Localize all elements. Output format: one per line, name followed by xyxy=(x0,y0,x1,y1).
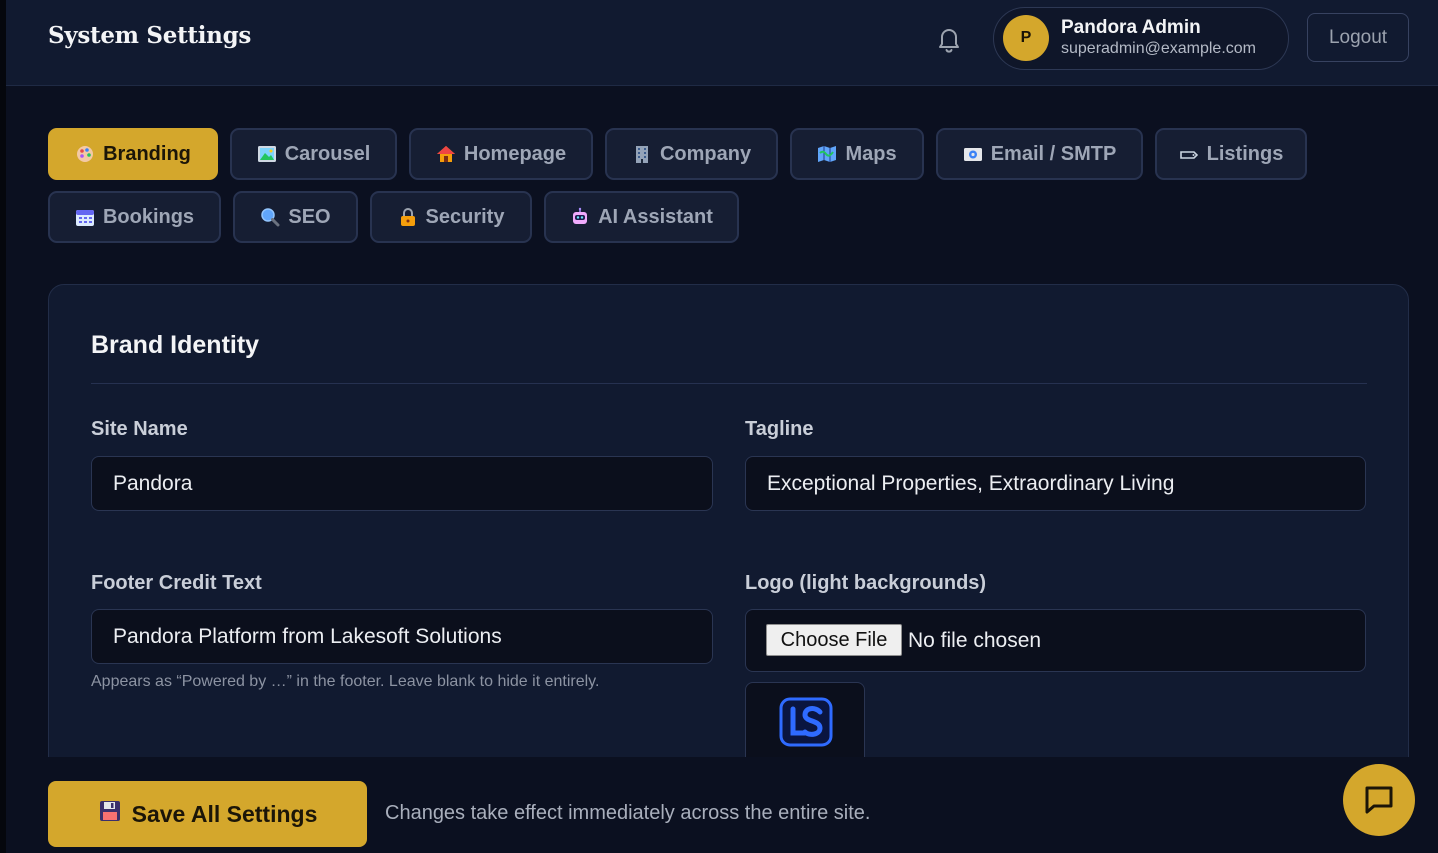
ls-logo-icon xyxy=(779,697,833,747)
email-icon xyxy=(963,144,983,164)
map-icon xyxy=(817,144,837,164)
robot-icon xyxy=(570,207,590,227)
section-divider xyxy=(91,383,1367,384)
tab-bookings[interactable]: Bookings xyxy=(48,191,221,243)
tab-label: Email / SMTP xyxy=(990,142,1117,165)
building-icon xyxy=(632,144,652,164)
tab-label: SEO xyxy=(288,205,331,228)
tab-maps[interactable]: Maps xyxy=(790,128,924,180)
tab-label: Branding xyxy=(103,142,191,165)
logout-button[interactable]: Logout xyxy=(1307,13,1409,62)
tagline-label: Tagline xyxy=(745,418,814,440)
lock-icon xyxy=(398,207,418,227)
top-header: System Settings P Pandora Admin superadm… xyxy=(6,0,1438,86)
tab-label: Security xyxy=(425,205,505,228)
calendar-icon xyxy=(75,207,95,227)
tab-branding[interactable]: Branding xyxy=(48,128,218,180)
tab-label: Homepage xyxy=(463,142,567,165)
save-note: Changes take effect immediately across t… xyxy=(385,802,871,824)
chat-button[interactable] xyxy=(1343,764,1415,836)
tab-homepage[interactable]: Homepage xyxy=(409,128,593,180)
tagline-input[interactable]: Exceptional Properties, Extraordinary Li… xyxy=(745,456,1366,511)
logo-light-label: Logo (light backgrounds) xyxy=(745,572,987,594)
section-title: Brand Identity xyxy=(91,331,260,359)
tab-label: Maps xyxy=(845,142,897,165)
site-name-label: Site Name xyxy=(91,418,188,440)
site-name-input[interactable]: Pandora xyxy=(91,456,713,511)
tab-label: Listings xyxy=(1206,142,1284,165)
picture-icon xyxy=(257,144,277,164)
logo-light-file-input[interactable]: Choose File No file chosen xyxy=(745,609,1366,672)
tab-ai-assistant[interactable]: AI Assistant xyxy=(544,191,739,243)
tab-listings[interactable]: Listings xyxy=(1155,128,1307,180)
tab-email-smtp[interactable]: Email / SMTP xyxy=(936,128,1143,180)
user-name: Pandora Admin xyxy=(1061,17,1201,38)
window-edge xyxy=(0,0,6,853)
user-menu[interactable]: P Pandora Admin superadmin@example.com xyxy=(993,7,1289,70)
tab-company[interactable]: Company xyxy=(605,128,778,180)
choose-file-button[interactable]: Choose File xyxy=(766,624,902,656)
tab-label: Company xyxy=(659,142,752,165)
tab-seo[interactable]: SEO xyxy=(233,191,358,243)
tab-label: AI Assistant xyxy=(598,205,713,228)
footer-credit-label: Footer Credit Text xyxy=(91,572,262,594)
avatar: P xyxy=(1003,15,1049,61)
footer-credit-input[interactable]: Pandora Platform from Lakesoft Solutions xyxy=(91,609,713,664)
floppy-disk-icon xyxy=(98,799,122,829)
bell-icon[interactable] xyxy=(932,22,966,56)
tag-icon xyxy=(1179,144,1199,164)
tab-carousel[interactable]: Carousel xyxy=(230,128,397,180)
user-email: superadmin@example.com xyxy=(1061,40,1256,57)
tab-label: Bookings xyxy=(102,205,195,228)
tab-label: Carousel xyxy=(284,142,371,165)
save-all-settings-button[interactable]: Save All Settings xyxy=(48,781,367,847)
magnifier-icon xyxy=(260,207,280,227)
palette-icon xyxy=(75,144,95,164)
house-icon xyxy=(436,144,456,164)
footer-credit-help: Appears as “Powered by …” in the footer.… xyxy=(91,673,600,690)
tab-security[interactable]: Security xyxy=(370,191,532,243)
file-status: No file chosen xyxy=(908,629,1042,652)
save-label: Save All Settings xyxy=(131,800,318,827)
page-title: System Settings xyxy=(48,22,252,49)
brand-identity-card: Brand Identity Site Name Pandora Tagline… xyxy=(48,284,1409,804)
chat-bubble-icon xyxy=(1362,782,1396,819)
